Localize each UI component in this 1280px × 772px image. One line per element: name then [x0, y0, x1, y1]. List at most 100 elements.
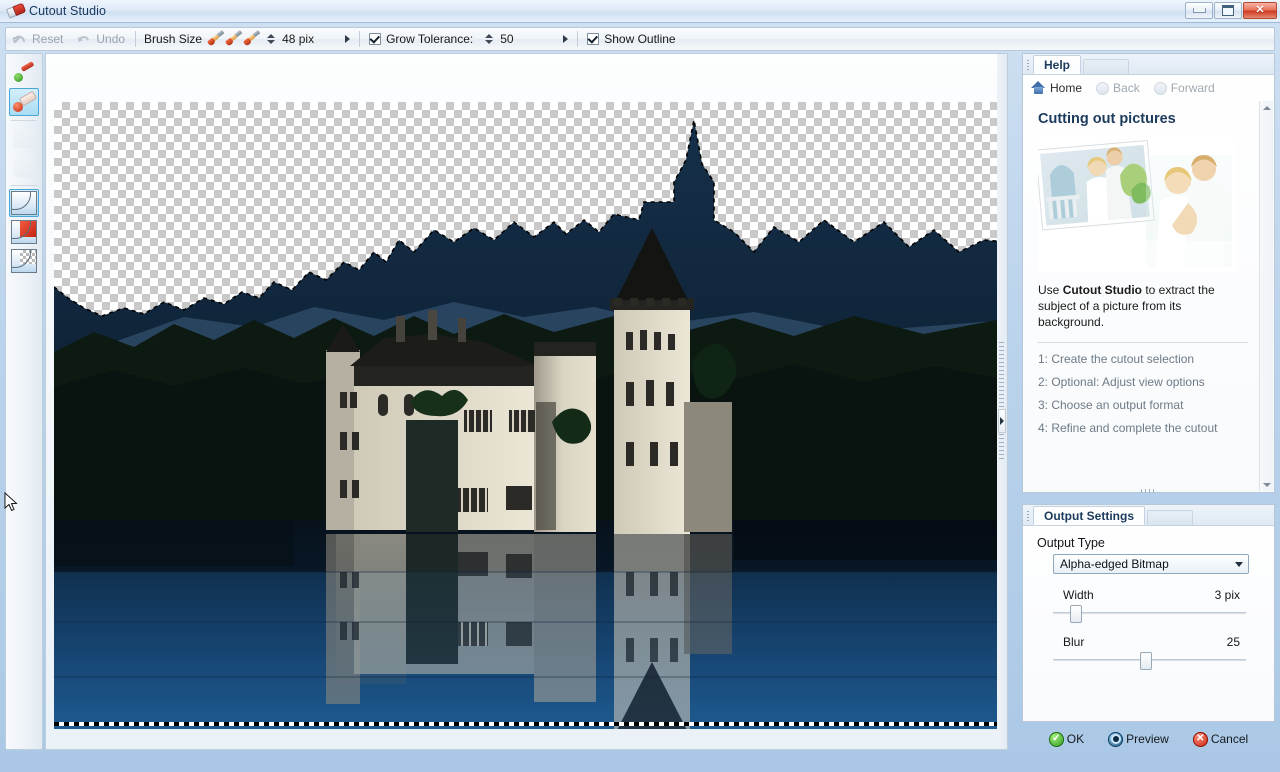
brush-small-icon[interactable]: [206, 29, 225, 47]
help-intro-bold: Cutout Studio: [1062, 283, 1142, 297]
brush-size-spinner[interactable]: [265, 31, 276, 48]
blur-label: Blur: [1063, 635, 1085, 649]
help-home-label: Home: [1050, 81, 1083, 95]
cursor-arrow-icon: [4, 492, 18, 512]
grow-tolerance-more-arrow-icon[interactable]: [556, 30, 574, 48]
ok-button[interactable]: ✓ OK: [1048, 731, 1085, 747]
scroll-up-arrow-icon[interactable]: [1260, 101, 1273, 114]
checkmark-icon: [587, 33, 600, 45]
blur-row: Blur 25: [1063, 635, 1240, 649]
help-heading: Cutting out pictures: [1038, 111, 1176, 127]
show-outline-checkbox[interactable]: Show Outline: [581, 32, 681, 46]
brush-size-value[interactable]: 48 pix: [276, 30, 338, 48]
disabled-tool-icon: [13, 128, 35, 148]
minimize-button[interactable]: [1185, 2, 1213, 19]
back-arrow-icon: [1096, 81, 1110, 95]
tab-placeholder[interactable]: [1147, 510, 1193, 525]
cancel-label: Cancel: [1210, 732, 1249, 746]
grow-tolerance-value[interactable]: 50: [494, 30, 556, 48]
output-panel-grip[interactable]: [1023, 507, 1033, 525]
scroll-down-arrow-icon[interactable]: [1260, 478, 1273, 491]
x-circle-icon: ✕: [1192, 731, 1208, 747]
cutout-studio-window: Cutout Studio ✕ Reset Undo Brush Size 48…: [0, 0, 1280, 772]
brush-size-more-arrow-icon[interactable]: [338, 30, 356, 48]
toolbar-separator-2: [359, 31, 361, 47]
help-back-button[interactable]: Back: [1096, 81, 1140, 95]
view-original-icon: [11, 191, 37, 215]
tool-add-to-selection-brush[interactable]: [9, 59, 39, 87]
selection-outline-bottom: [54, 722, 1007, 726]
help-scrollbar[interactable]: [1259, 101, 1273, 491]
tool-disabled-1: [9, 124, 39, 152]
tab-placeholder[interactable]: [1083, 59, 1130, 74]
help-step-1[interactable]: 1: Create the cutout selection: [1038, 343, 1248, 366]
home-icon: [1031, 81, 1046, 95]
main-toolbar: Reset Undo Brush Size 48 pix Grow Tolera…: [5, 27, 1275, 51]
undo-icon: [78, 35, 90, 42]
grow-tolerance-spinner[interactable]: [483, 31, 494, 48]
undo-button[interactable]: Undo: [70, 29, 132, 49]
help-forward-label: Forward: [1170, 81, 1215, 95]
help-forward-button[interactable]: Forward: [1153, 81, 1215, 95]
panel-splitter[interactable]: [997, 54, 1007, 749]
close-icon: ✕: [1255, 4, 1265, 16]
output-type-label: Output Type: [1037, 536, 1105, 550]
tab-help[interactable]: Help: [1033, 55, 1082, 74]
tool-strip: [5, 53, 43, 750]
help-step-4[interactable]: 4: Refine and complete the cutout: [1038, 412, 1248, 435]
toolbar-separator-3: [577, 31, 579, 47]
width-slider-thumb[interactable]: [1070, 605, 1083, 623]
tool-view-original[interactable]: [9, 189, 39, 217]
help-panel-grip[interactable]: [1023, 56, 1033, 74]
maximize-button[interactable]: [1214, 2, 1242, 19]
eraser-icon: [5, 2, 27, 19]
output-type-select[interactable]: Alpha-edged Bitmap: [1053, 554, 1249, 574]
show-outline-label: Show Outline: [604, 32, 676, 46]
help-content: Cutting out pictures Use Cutout Studio t…: [1024, 101, 1260, 478]
blur-slider[interactable]: [1053, 652, 1246, 670]
preview-label: Preview: [1126, 732, 1169, 746]
help-back-label: Back: [1113, 81, 1140, 95]
grow-tolerance-checkbox[interactable]: Grow Tolerance:: [363, 32, 479, 46]
width-value: 3 pix: [1214, 588, 1240, 602]
help-intro-pre: Use: [1038, 283, 1063, 297]
tool-divider-2: [9, 182, 39, 188]
mouse-cursor: [4, 492, 18, 512]
help-panel-tabstrip: Help: [1023, 54, 1274, 75]
brush-medium-icon[interactable]: [224, 29, 243, 47]
brush-size-label: Brush Size: [144, 32, 203, 46]
reset-button[interactable]: Reset: [6, 29, 70, 49]
output-type-value: Alpha-edged Bitmap: [1060, 557, 1169, 571]
image-canvas-area[interactable]: [45, 53, 1008, 750]
tool-view-red-overlay[interactable]: [9, 218, 39, 246]
blur-slider-thumb[interactable]: [1139, 652, 1152, 670]
right-pane: Help Home Back Forward Cutting out pictu…: [1022, 53, 1275, 750]
tool-remove-from-selection-brush[interactable]: [9, 88, 39, 116]
help-home-button[interactable]: Home: [1031, 81, 1082, 95]
width-row: Width 3 pix: [1063, 588, 1240, 602]
width-slider[interactable]: [1053, 605, 1246, 623]
cancel-button[interactable]: ✕ Cancel: [1192, 731, 1249, 747]
splitter-grip: [999, 341, 1004, 462]
ok-label: OK: [1066, 732, 1085, 746]
brush-large-icon[interactable]: [242, 29, 261, 47]
title-bar: Cutout Studio ✕: [0, 0, 1280, 23]
collapse-panel-arrow-icon[interactable]: [998, 409, 1006, 433]
tool-view-transparent[interactable]: [9, 247, 39, 275]
help-step-3[interactable]: 3: Choose an output format: [1038, 389, 1248, 412]
close-button[interactable]: ✕: [1243, 2, 1277, 19]
panel-resize-grip[interactable]: [1140, 489, 1157, 493]
preview-button[interactable]: Preview: [1108, 731, 1169, 747]
view-red-overlay-icon: [11, 220, 37, 244]
help-panel: Help Home Back Forward Cutting out pictu…: [1022, 53, 1275, 493]
output-settings-panel: Output Settings Output Type Alpha-edged …: [1022, 504, 1275, 722]
checkmark-icon: [369, 33, 382, 45]
help-illustration: [1038, 137, 1236, 272]
reset-icon: [13, 35, 25, 44]
tab-output-settings[interactable]: Output Settings: [1033, 506, 1145, 525]
cutout-image[interactable]: [54, 102, 1007, 729]
undo-label: Undo: [96, 32, 126, 46]
tool-divider-1: [9, 117, 39, 123]
help-step-2[interactable]: 2: Optional: Adjust view options: [1038, 366, 1248, 389]
image-content: [54, 120, 1007, 729]
